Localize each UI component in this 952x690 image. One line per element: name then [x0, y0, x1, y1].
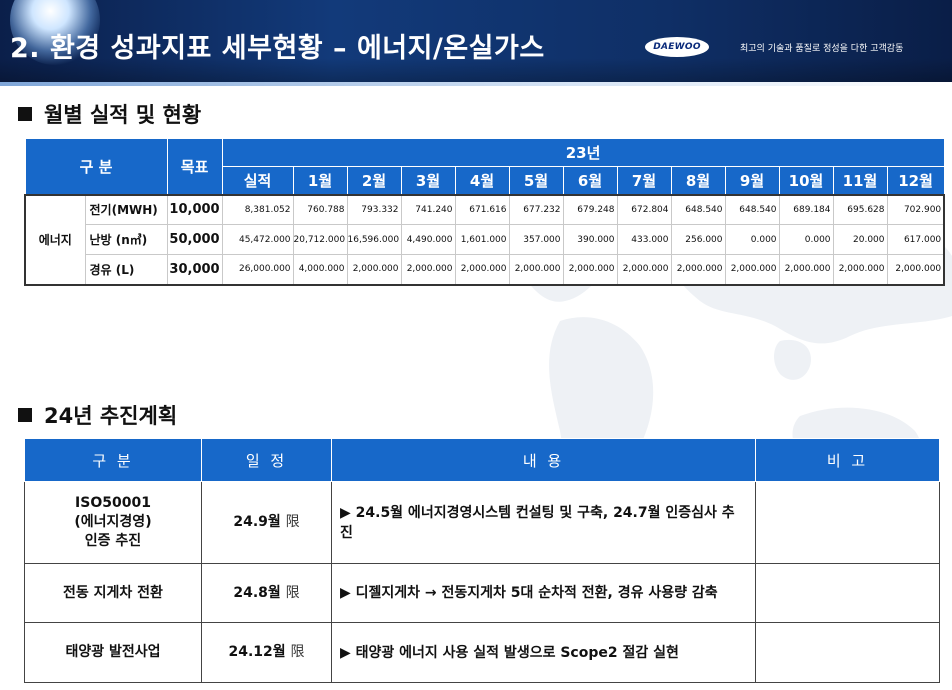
- row-label: 난방 (n㎥): [84, 224, 168, 255]
- page-title: 2. 환경 성과지표 세부현황 – 에너지/온실가스: [10, 33, 545, 64]
- header-banner: 2. 환경 성과지표 세부현황 – 에너지/온실가스 DAEWOO 최고의 기술…: [0, 0, 952, 82]
- month-value: 760.788: [292, 193, 348, 225]
- month-value: 695.628: [832, 193, 888, 225]
- month-value: 617.000: [886, 224, 946, 255]
- month-value: 2,000.000: [346, 254, 402, 286]
- month-value: 16,596.000: [346, 224, 402, 255]
- header-note: 비 고: [755, 438, 940, 482]
- month-value: 4,490.000: [400, 224, 456, 255]
- monthly-performance-table: 구 분 목표 23년 실적 1월 2월 3월 4월 5월 6월 7월 8월 9월…: [24, 138, 946, 286]
- header-content: 내 용: [331, 438, 756, 482]
- row-label: 전기(MWH): [84, 193, 168, 225]
- header-month: 8월: [670, 166, 726, 195]
- month-value: 4,000.000: [292, 254, 348, 286]
- square-bullet-icon: [18, 408, 32, 422]
- header-month: 5월: [508, 166, 564, 195]
- month-value: 2,000.000: [400, 254, 456, 286]
- month-value: 433.000: [616, 224, 672, 255]
- action-plan-table: 구 분 일 정 내 용 비 고 ISO50001 (에너지경영) 인증 추진 2…: [24, 438, 940, 683]
- section-heading-plan: 24년 추진계획: [18, 400, 177, 430]
- table-row-heating: 난방 (n㎥) 50,000 45,472.000 20,712.000 16,…: [25, 224, 946, 255]
- month-value: 390.000: [562, 224, 618, 255]
- header-month: 9월: [724, 166, 780, 195]
- header-schedule: 일 정: [201, 438, 332, 482]
- month-value: 357.000: [508, 224, 564, 255]
- month-value: 689.184: [778, 193, 834, 225]
- header-category: 구 분: [24, 438, 202, 482]
- header-month: 11월: [832, 166, 888, 195]
- table-row-electricity: 에너지 전기(MWH) 10,000 8,381.052 760.788 793…: [24, 193, 946, 286]
- tagline: 최고의 기술과 품질로 정성을 다한 고객감동: [740, 44, 904, 54]
- actual-value: 26,000.000: [221, 254, 294, 286]
- row-label: 경유 (L): [84, 254, 168, 286]
- schedule-cell: 24.8월 限: [201, 563, 332, 623]
- month-value: 702.900: [886, 193, 946, 225]
- month-value: 256.000: [670, 224, 726, 255]
- month-value: 679.248: [562, 193, 618, 225]
- header-year: 23년: [221, 138, 945, 167]
- schedule-cell: 24.12월 限: [201, 622, 332, 683]
- month-value: 2,000.000: [778, 254, 834, 286]
- content-cell: ▶ 태양광 에너지 사용 실적 발생으로 Scope2 절감 실현: [331, 622, 756, 683]
- note-cell: [755, 622, 940, 683]
- month-value: 2,000.000: [508, 254, 564, 286]
- month-value: 2,000.000: [670, 254, 726, 286]
- month-value: 648.540: [670, 193, 726, 225]
- table-row: 태양광 발전사업 24.12월 限 ▶ 태양광 에너지 사용 실적 발생으로 S…: [24, 622, 940, 683]
- header-month: 12월: [886, 166, 945, 195]
- header-actual: 실적: [221, 166, 294, 195]
- actual-value: 45,472.000: [221, 224, 294, 255]
- header-month: 4월: [454, 166, 510, 195]
- logo-text: DAEWOO: [653, 42, 701, 52]
- table-row: 전동 지게차 전환 24.8월 限 ▶ 디젤지게차 → 전동지게차 5대 순차적…: [24, 563, 940, 623]
- month-value: 2,000.000: [616, 254, 672, 286]
- month-value: 677.232: [508, 193, 564, 225]
- category-cell: 태양광 발전사업: [24, 622, 202, 683]
- note-cell: [755, 481, 940, 564]
- section-heading-monthly: 월별 실적 및 현황: [18, 99, 201, 129]
- group-label: 에너지: [24, 193, 86, 286]
- month-value: 671.616: [454, 193, 510, 225]
- note-cell: [755, 563, 940, 623]
- daewoo-logo: DAEWOO: [645, 37, 709, 57]
- header-goal: 목표: [166, 138, 223, 195]
- month-value: 0.000: [778, 224, 834, 255]
- category-cell: 전동 지게차 전환: [24, 563, 202, 623]
- content-cell: ▶ 디젤지게차 → 전동지게차 5대 순차적 전환, 경유 사용량 감축: [331, 563, 756, 623]
- month-value: 2,000.000: [454, 254, 510, 286]
- month-value: 1,601.000: [454, 224, 510, 255]
- month-value: 2,000.000: [724, 254, 780, 286]
- header-category: 구 분: [24, 138, 168, 195]
- header-month: 7월: [616, 166, 672, 195]
- goal-value: 10,000: [166, 193, 223, 225]
- goal-value: 30,000: [166, 254, 223, 286]
- month-value: 741.240: [400, 193, 456, 225]
- goal-value: 50,000: [166, 224, 223, 255]
- header-month: 2월: [346, 166, 402, 195]
- actual-value: 8,381.052: [221, 193, 294, 225]
- header-month: 10월: [778, 166, 834, 195]
- month-value: 672.804: [616, 193, 672, 225]
- month-value: 20.000: [832, 224, 888, 255]
- month-value: 2,000.000: [832, 254, 888, 286]
- month-value: 2,000.000: [886, 254, 946, 286]
- content-cell: ▶ 24.5월 에너지경영시스템 컨설팅 및 구축, 24.7월 인증심사 추진: [331, 481, 756, 564]
- month-value: 648.540: [724, 193, 780, 225]
- schedule-cell: 24.9월 限: [201, 481, 332, 564]
- square-bullet-icon: [18, 107, 32, 121]
- header-month: 1월: [292, 166, 348, 195]
- month-value: 793.332: [346, 193, 402, 225]
- header-month: 3월: [400, 166, 456, 195]
- month-value: 2,000.000: [562, 254, 618, 286]
- category-cell: ISO50001 (에너지경영) 인증 추진: [24, 481, 202, 564]
- header-month: 6월: [562, 166, 618, 195]
- month-value: 20,712.000: [292, 224, 348, 255]
- table-row-diesel: 경유 (L) 30,000 26,000.000 4,000.000 2,000…: [25, 254, 946, 286]
- month-value: 0.000: [724, 224, 780, 255]
- table-row: ISO50001 (에너지경영) 인증 추진 24.9월 限 ▶ 24.5월 에…: [24, 481, 940, 564]
